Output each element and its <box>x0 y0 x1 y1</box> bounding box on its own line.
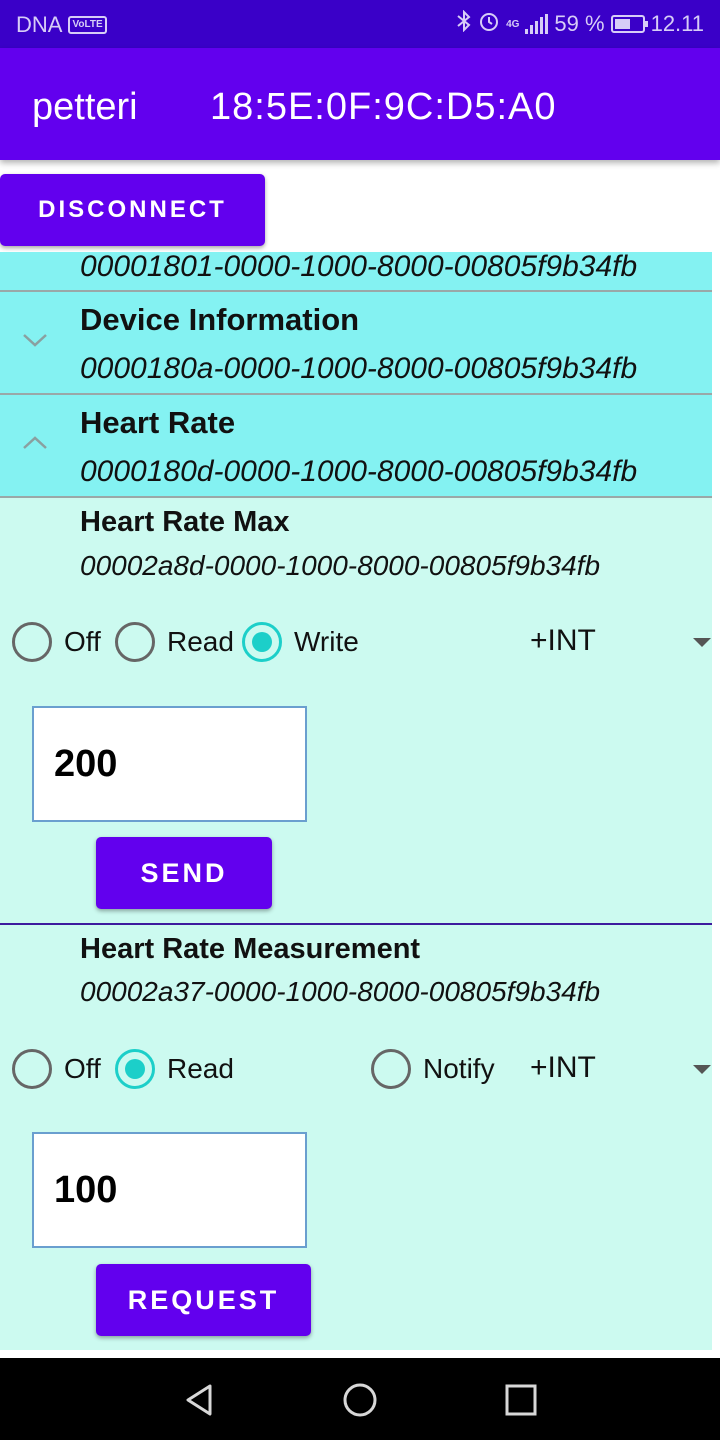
status-bar: DNA VoLTE 4G 59 % 12.11 <box>0 0 720 48</box>
radio-label: Off <box>64 626 101 657</box>
battery-percent: 59 % <box>554 11 605 36</box>
recents-icon[interactable] <box>503 1382 539 1418</box>
divider <box>0 923 712 925</box>
radio-off[interactable]: Off <box>12 1049 101 1089</box>
service-item-device-information[interactable]: Device Information 0000180a-0000-1000-80… <box>0 292 712 395</box>
back-icon[interactable] <box>182 1382 218 1418</box>
send-button[interactable]: SEND <box>96 837 272 909</box>
clock: 12.11 <box>650 11 704 36</box>
chevron-up-icon[interactable] <box>22 427 48 458</box>
carrier-label: DNA <box>16 12 63 37</box>
radio-label: Write <box>294 626 359 657</box>
characteristic-uuid: 00002a37-0000-1000-8000-00805f9b34fb <box>80 976 601 1007</box>
request-button[interactable]: REQUEST <box>96 1264 311 1336</box>
navigation-bar <box>0 1358 720 1440</box>
value-input[interactable]: 200 <box>32 706 307 822</box>
service-item[interactable]: 00001801-0000-1000-8000-00805f9b34fb <box>0 252 712 292</box>
status-right: 4G 59 % 12.11 <box>456 9 704 38</box>
services-list[interactable]: 00001801-0000-1000-8000-00805f9b34fb Dev… <box>0 252 712 1350</box>
device-name: petteri <box>32 86 138 128</box>
app-bar: petteri 18:5E:0F:9C:D5:A0 <box>0 48 720 160</box>
radio-write[interactable]: Write <box>242 622 359 662</box>
service-uuid: 0000180a-0000-1000-8000-00805f9b34fb <box>80 352 638 385</box>
service-title: Device Information <box>80 302 360 337</box>
status-left: DNA VoLTE <box>16 12 107 38</box>
chevron-down-icon[interactable] <box>22 324 48 355</box>
radio-circle[interactable] <box>242 622 282 662</box>
format-select[interactable]: +INT <box>530 624 596 658</box>
radio-circle[interactable] <box>115 1049 155 1089</box>
service-title: Heart Rate <box>80 405 236 440</box>
home-icon[interactable] <box>342 1382 378 1418</box>
radio-notify[interactable]: Notify <box>371 1049 495 1089</box>
radio-label: Notify <box>423 1053 495 1084</box>
volte-icon: VoLTE <box>68 16 107 34</box>
radio-off[interactable]: Off <box>12 622 101 662</box>
radio-circle[interactable] <box>12 1049 52 1089</box>
characteristic-title: Heart Rate Max <box>80 506 290 538</box>
device-address: 18:5E:0F:9C:D5:A0 <box>210 86 557 128</box>
radio-label: Read <box>167 626 234 657</box>
radio-read[interactable]: Read <box>115 622 234 662</box>
chevron-down-icon[interactable] <box>693 1065 711 1074</box>
disconnect-button[interactable]: DISCONNECT <box>0 174 265 246</box>
radio-circle[interactable] <box>115 622 155 662</box>
service-uuid: 0000180d-0000-1000-8000-00805f9b34fb <box>80 455 638 488</box>
format-select[interactable]: +INT <box>530 1051 596 1085</box>
value-input[interactable]: 100 <box>32 1132 307 1248</box>
radio-circle[interactable] <box>12 622 52 662</box>
battery-icon <box>610 15 648 33</box>
chevron-down-icon[interactable] <box>693 638 711 647</box>
battery-fill <box>614 19 630 29</box>
signal-icon <box>525 14 549 34</box>
radio-circle[interactable] <box>371 1049 411 1089</box>
radio-read[interactable]: Read <box>115 1049 234 1089</box>
bluetooth-icon <box>456 9 472 38</box>
service-item-heart-rate[interactable]: Heart Rate 0000180d-0000-1000-8000-00805… <box>0 395 712 498</box>
radio-label: Read <box>167 1053 234 1084</box>
network-type-label: 4G <box>506 18 520 30</box>
radio-label: Off <box>64 1053 101 1084</box>
alarm-icon <box>478 10 500 38</box>
characteristic-uuid: 00002a8d-0000-1000-8000-00805f9b34fb <box>80 550 601 581</box>
characteristic-title: Heart Rate Measurement <box>80 933 421 965</box>
service-uuid: 00001801-0000-1000-8000-00805f9b34fb <box>80 252 638 283</box>
